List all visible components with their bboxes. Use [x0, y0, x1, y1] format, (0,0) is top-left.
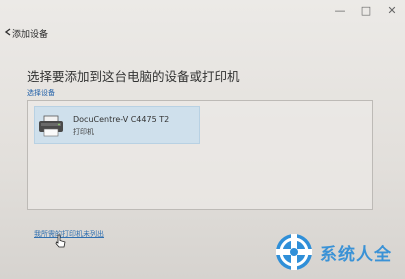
close-button[interactable]: ✕ [385, 4, 399, 18]
printer-not-listed-link[interactable]: 我所需的打印机未列出 [34, 229, 104, 239]
page-heading: 选择要添加到这台电脑的设备或打印机 [27, 69, 240, 84]
back-arrow-icon-svg [4, 28, 11, 36]
watermark-text: 系统人全 [320, 245, 392, 265]
add-device-window: — □ ✕ 添加设备 选择要添加到这台电脑的设备或打印机 选择设备 DocuCe… [0, 0, 405, 279]
section-subheading: 选择设备 [27, 89, 55, 97]
title-bar: — □ ✕ [0, 0, 405, 22]
device-type: 打印机 [73, 128, 94, 136]
minimize-button[interactable]: — [333, 4, 347, 18]
window-controls: — □ ✕ [333, 4, 399, 20]
maximize-button[interactable]: □ [359, 4, 373, 18]
device-item-docucentre[interactable]: DocuCentre-V C4475 T2 打印机 [34, 106, 200, 144]
window-title: 添加设备 [12, 30, 49, 40]
mouse-pointer-icon [55, 233, 67, 248]
device-name: DocuCentre-V C4475 T2 [73, 115, 170, 124]
back-arrow-icon[interactable] [4, 28, 12, 36]
device-list[interactable]: DocuCentre-V C4475 T2 打印机 [27, 100, 373, 210]
printer-icon [38, 115, 64, 137]
site-watermark: 系统人全 [272, 230, 402, 274]
globe-logo-icon [272, 230, 316, 274]
